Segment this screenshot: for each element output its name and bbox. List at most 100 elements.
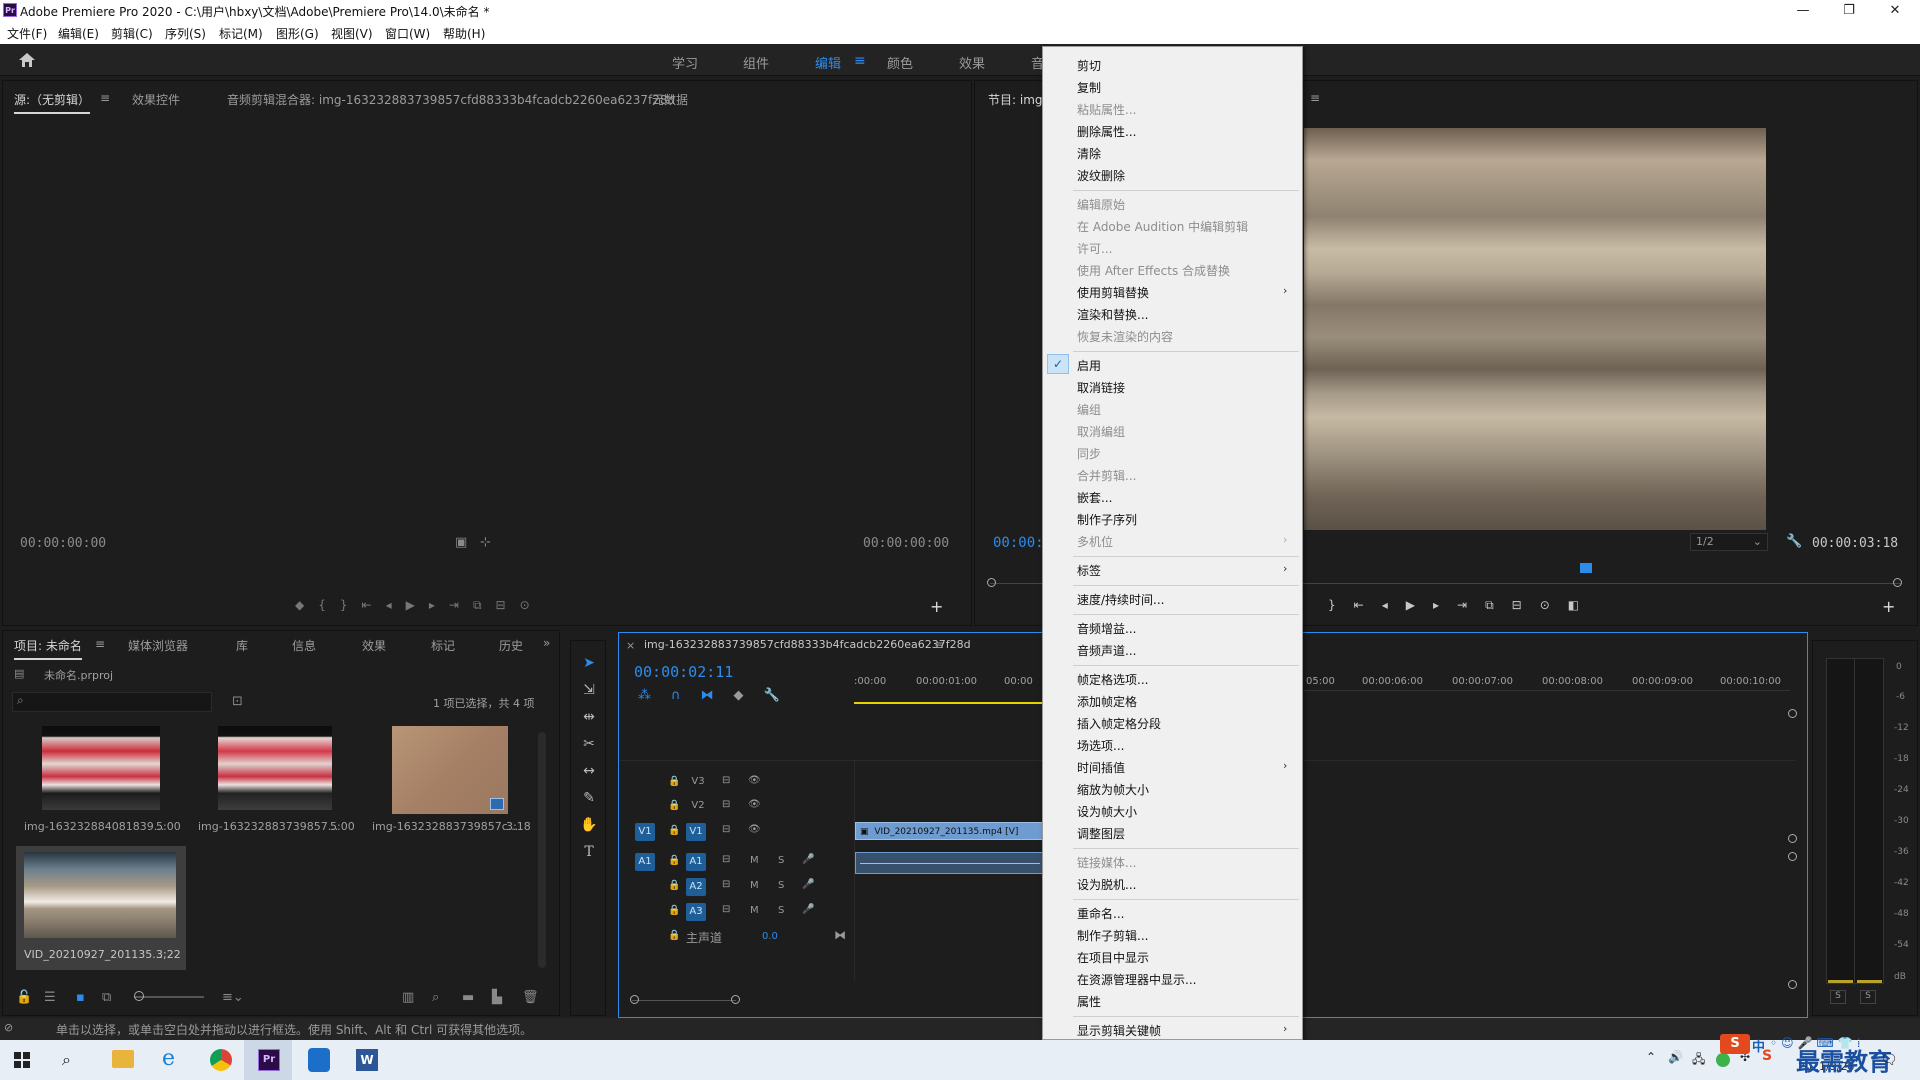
home-icon[interactable] xyxy=(18,52,36,68)
chrome-icon[interactable] xyxy=(210,1049,232,1071)
workspace-assembly[interactable]: 组件 xyxy=(743,53,769,72)
project-scrollbar[interactable] xyxy=(538,732,546,968)
context-menu-item[interactable]: 设为帧大小 xyxy=(1077,803,1137,820)
tab-info[interactable]: 信息 xyxy=(292,637,316,654)
menu-edit[interactable]: 编辑(E) xyxy=(58,25,99,42)
master-meter-icon[interactable]: ⧓ xyxy=(834,928,846,942)
camera-icon[interactable]: ⊙ xyxy=(1540,598,1568,612)
track-label-v2[interactable]: V2 xyxy=(688,800,708,811)
source-transport-controls[interactable]: ◆{}⇤◂▶▸⇥⧉⊟⊙ xyxy=(295,598,695,614)
solo-button[interactable]: S xyxy=(778,880,784,891)
sync-lock-icon[interactable]: ⊟ xyxy=(722,904,730,915)
context-menu-item[interactable]: 属性 xyxy=(1077,993,1101,1010)
sort-icon[interactable]: ≡⌄ xyxy=(222,990,244,1005)
edge-icon[interactable]: e xyxy=(162,1046,175,1071)
network-icon[interactable]: 🖧 xyxy=(1692,1050,1705,1071)
mute-button[interactable]: M xyxy=(750,855,759,866)
overwrite-icon[interactable]: ⊟ xyxy=(496,598,520,612)
sync-lock-icon[interactable]: ⊟ xyxy=(722,854,730,865)
context-menu-item[interactable]: 使用剪辑替换 xyxy=(1077,284,1149,301)
zoom-handle-right[interactable] xyxy=(731,995,740,1004)
windows-start-icon[interactable] xyxy=(14,1052,30,1068)
zoom-dropdown[interactable]: 1/2 ⌄ xyxy=(1690,533,1768,551)
eye-icon[interactable]: 👁 xyxy=(748,799,761,810)
new-bin-icon[interactable]: ▬ xyxy=(462,990,474,1005)
add-marker-icon[interactable]: ◆ xyxy=(734,688,764,703)
file-explorer-icon[interactable] xyxy=(112,1050,134,1068)
tab-media-browser[interactable]: 媒体浏览器 xyxy=(128,637,188,654)
type-tool-icon[interactable]: T xyxy=(577,839,601,866)
tab-effect-controls[interactable]: 效果控件 xyxy=(132,91,180,108)
step-forward-icon[interactable]: ▸ xyxy=(1433,598,1457,612)
wrench-icon[interactable]: 🔧 xyxy=(1786,534,1802,549)
scrubber-start-handle[interactable] xyxy=(987,578,996,587)
track-lock-icon[interactable]: 🔒 xyxy=(668,855,680,866)
track-lock-icon[interactable]: 🔒 xyxy=(668,930,680,941)
context-menu-item[interactable]: 调整图层 xyxy=(1077,825,1125,842)
context-menu-item[interactable]: 渲染和替换... xyxy=(1077,306,1148,323)
playhead-icon[interactable] xyxy=(1580,563,1592,573)
list-view-icon[interactable]: ☰ xyxy=(44,990,56,1005)
marker-icon[interactable]: ◆ xyxy=(295,598,318,612)
tab-project-menu-icon[interactable]: ≡ xyxy=(95,637,105,651)
context-menu-item[interactable]: 制作子序列 xyxy=(1077,511,1137,528)
close-icon[interactable]: × xyxy=(626,639,635,652)
zoom-slider[interactable] xyxy=(134,996,204,998)
extract-icon[interactable]: ⊟ xyxy=(1512,598,1540,612)
work-area-bar[interactable] xyxy=(854,702,1044,704)
add-button-icon[interactable]: + xyxy=(1882,597,1895,616)
ime-mode-label[interactable]: 中 xyxy=(1752,1036,1765,1055)
context-menu-item[interactable]: 取消链接 xyxy=(1077,379,1125,396)
linked-selection-icon[interactable]: ⧓ xyxy=(701,688,734,703)
ime-toolbar-logo-icon[interactable]: S xyxy=(1720,1034,1750,1054)
track-label-v1[interactable]: V1 xyxy=(686,823,706,841)
mute-button[interactable]: M xyxy=(750,905,759,916)
scroll-handle[interactable] xyxy=(1788,980,1797,989)
mark-in-icon[interactable]: { xyxy=(318,598,340,612)
tab-metadata[interactable]: 元数据 xyxy=(652,91,688,108)
track-label-a2[interactable]: A2 xyxy=(686,878,706,896)
project-search-input[interactable]: ⌕ xyxy=(12,692,212,712)
workspace-menu-icon[interactable]: ≡ xyxy=(854,53,866,69)
camera-icon[interactable]: ⊙ xyxy=(520,598,544,612)
audio-clip[interactable] xyxy=(855,852,1045,874)
solo-button-left[interactable]: S xyxy=(1830,990,1846,1004)
insert-icon[interactable]: ⧉ xyxy=(473,598,496,612)
notification-icon[interactable]: 🗨 xyxy=(1880,1052,1898,1068)
scroll-handle[interactable] xyxy=(1788,709,1797,718)
premiere-icon[interactable]: Pr xyxy=(258,1049,280,1071)
workspace-learn[interactable]: 学习 xyxy=(672,53,698,72)
project-item-thumbnail[interactable] xyxy=(42,726,160,810)
automate-icon[interactable]: ▥ xyxy=(402,990,414,1005)
context-menu-item[interactable]: 启用 xyxy=(1077,357,1101,374)
context-menu-item[interactable]: 显示剪辑关键帧 xyxy=(1077,1022,1161,1039)
context-menu-item[interactable]: 复制 xyxy=(1077,79,1101,96)
sync-lock-icon[interactable]: ⊟ xyxy=(722,824,730,835)
track-select-tool-icon[interactable]: ⇲ xyxy=(577,677,601,704)
track-lock-icon[interactable]: 🔒 xyxy=(668,776,680,787)
compare-icon[interactable]: ◧ xyxy=(1568,598,1597,612)
workspace-color[interactable]: 颜色 xyxy=(887,53,913,72)
freeform-view-icon[interactable]: ⧉ xyxy=(102,990,111,1005)
go-to-out-icon[interactable]: ⇥ xyxy=(1457,598,1485,612)
context-menu-item[interactable]: 波纹删除 xyxy=(1077,167,1125,184)
mic-icon[interactable]: 🎤 xyxy=(802,854,814,865)
tab-program-menu-icon[interactable]: ≡ xyxy=(1310,91,1320,105)
tab-history[interactable]: 历史 xyxy=(499,637,523,654)
icon-view-icon[interactable]: ▪ xyxy=(76,990,85,1005)
tab-audio-clip-mixer[interactable]: 音频剪辑混合器: img-163232883739857cfd88333b4fc… xyxy=(227,91,675,108)
zoom-slider-handle[interactable] xyxy=(134,991,144,1001)
tab-libraries[interactable]: 库 xyxy=(236,637,248,654)
tray-app-icon[interactable] xyxy=(1716,1053,1730,1067)
track-lock-icon[interactable]: 🔒 xyxy=(668,880,680,891)
context-menu-item[interactable]: 时间插值 xyxy=(1077,759,1125,776)
context-menu-item[interactable]: 场选项... xyxy=(1077,737,1124,754)
tray-chevron-up-icon[interactable]: ⌃ xyxy=(1646,1050,1656,1064)
context-menu-item[interactable]: 清除 xyxy=(1077,145,1101,162)
tab-source-menu-icon[interactable]: ≡ xyxy=(100,91,110,105)
master-volume-value[interactable]: 0.0 xyxy=(762,931,778,942)
scrubber-end-handle[interactable] xyxy=(1893,578,1902,587)
search-icon[interactable]: ⌕ xyxy=(62,1050,71,1070)
lift-icon[interactable]: ⧉ xyxy=(1485,598,1512,612)
eye-icon[interactable]: 👁 xyxy=(748,775,761,786)
